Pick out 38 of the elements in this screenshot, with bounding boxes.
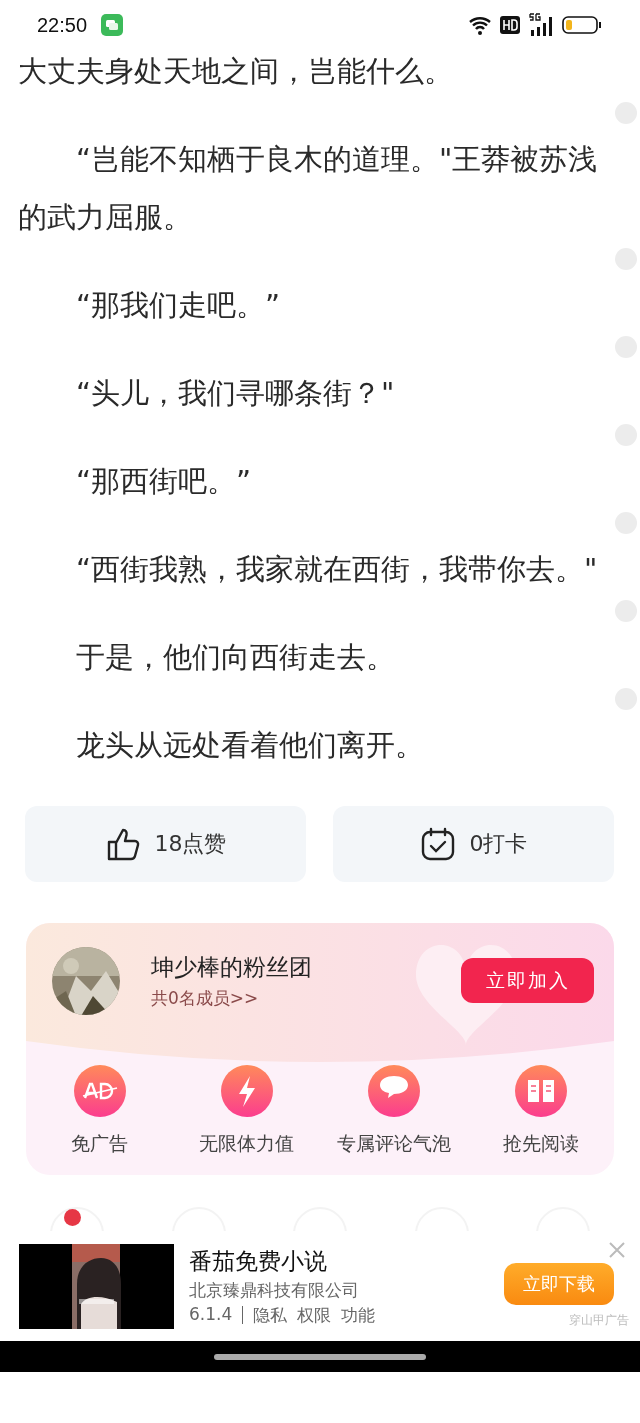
app-version: 6.1.4	[189, 1303, 233, 1326]
story-paragraph: 于是，他们向西街走去。	[18, 598, 640, 686]
perk-label: 抢先阅读	[502, 1131, 579, 1156]
home-indicator[interactable]	[214, 1353, 426, 1360]
lightning-icon	[220, 1065, 273, 1117]
message-app-icon	[101, 14, 124, 36]
perk-label: 免广告	[71, 1131, 128, 1156]
close-icon	[608, 1241, 626, 1259]
battery-icon	[562, 16, 602, 34]
check-in-button[interactable]: 0打卡	[333, 806, 614, 882]
perk-label: 无限体力值	[199, 1131, 294, 1156]
ad-link[interactable]: 隐私	[253, 1303, 288, 1327]
story-paragraph: 大丈夫身处天地之间，岂能什么。	[18, 53, 454, 90]
like-button[interactable]: 18点赞	[25, 806, 306, 882]
story-paragraph: “西街我熟，我家就在西街，我带你去。"	[18, 510, 640, 598]
story-paragraph: 龙头从远处看着他们离开。	[18, 686, 640, 774]
hd-icon	[500, 16, 520, 34]
cellular-signal-icon	[528, 13, 554, 37]
story-paragraph: “头儿，我们寻哪条街？"	[18, 334, 640, 422]
calendar-check-icon	[419, 826, 456, 862]
join-button[interactable]: 立即加入	[461, 958, 594, 1003]
book-icon	[514, 1065, 567, 1117]
story-paragraph: “那我们走吧。”	[18, 246, 640, 334]
ad-link[interactable]: 功能	[341, 1303, 376, 1327]
ad-company: 北京臻鼎科技有限公司	[189, 1278, 360, 1302]
chat-bubble-icon	[367, 1065, 420, 1117]
story-paragraph: “岂能不知栖于良木的道理。"王莽被苏浅的武力屈服。	[18, 100, 640, 246]
ad-source-label: 穿山甲广告	[569, 1312, 629, 1329]
wifi-icon	[468, 14, 492, 36]
no-ads-icon	[73, 1065, 126, 1117]
fan-club-name: 坤少棒的粉丝团	[151, 952, 313, 982]
status-time: 22:50	[37, 13, 88, 37]
notification-dot	[64, 1209, 81, 1226]
perk-label: 专属评论气泡	[336, 1131, 451, 1156]
story-paragraph: “那西街吧。”	[18, 422, 640, 510]
ad-link[interactable]: 权限	[297, 1303, 332, 1327]
ad-title: 番茄免费小说	[189, 1246, 328, 1276]
member-count-link[interactable]: 共0名成员>>	[151, 986, 461, 1010]
